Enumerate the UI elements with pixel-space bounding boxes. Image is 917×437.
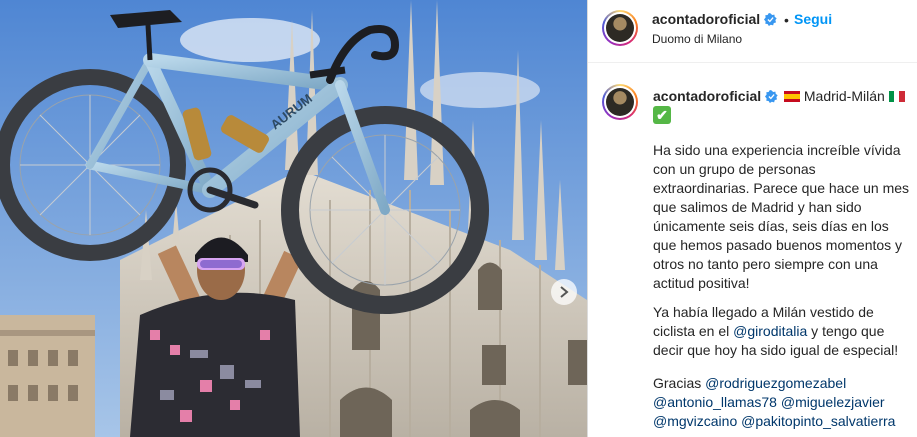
post-author-username[interactable]: acontadoroficial	[652, 11, 777, 27]
mention-link[interactable]: @mgvizcaino	[653, 413, 737, 429]
mention-link[interactable]: @giroditalia	[733, 323, 807, 339]
location-link[interactable]: Duomo di Milano	[652, 32, 742, 46]
mention-link[interactable]: @miguelezjavier	[781, 394, 885, 410]
post-side-panel: acontadoroficial • Segui Duomo di Milano…	[588, 0, 917, 437]
mention-link[interactable]: @rodriguezgomezabel	[705, 375, 846, 391]
check-mark-icon: ✔	[653, 106, 671, 124]
username-text[interactable]: acontadoroficial	[652, 11, 760, 27]
caption-paragraph-2: Ya había llegado a Milán vestido de cicl…	[653, 303, 913, 360]
mention-link[interactable]: @antonio_llamas78	[653, 394, 777, 410]
separator-dot: •	[784, 12, 789, 28]
caption-username[interactable]: acontadoroficial	[653, 88, 778, 104]
mention-link[interactable]: @pakitopinto_salvatierra	[741, 413, 895, 429]
verified-badge-icon	[764, 13, 777, 26]
chevron-right-icon	[560, 286, 569, 298]
caption-title-text: Madrid-Milán	[803, 88, 885, 104]
avatar[interactable]	[602, 10, 638, 46]
photo-illustration: AURUM	[0, 0, 587, 437]
caption-paragraph-1: Ha sido una experiencia increíble vívida…	[653, 142, 910, 291]
caption-username-text[interactable]: acontadoroficial	[653, 88, 761, 104]
italy-flag-icon	[888, 91, 905, 102]
next-photo-button[interactable]	[551, 279, 577, 305]
follow-button[interactable]: Segui	[794, 11, 832, 27]
spain-flag-icon	[784, 91, 800, 102]
caption-avatar[interactable]	[602, 84, 638, 120]
caption-title: Madrid-Milán	[784, 88, 905, 104]
caption-thanks-label: Gracias	[653, 375, 706, 391]
post-header: acontadoroficial • Segui Duomo di Milano	[588, 0, 917, 63]
verified-badge-icon	[765, 90, 778, 103]
post-photo[interactable]: AURUM	[0, 0, 587, 437]
caption-paragraph-3: Gracias @rodriguezgomezabel @antonio_lla…	[653, 374, 913, 431]
